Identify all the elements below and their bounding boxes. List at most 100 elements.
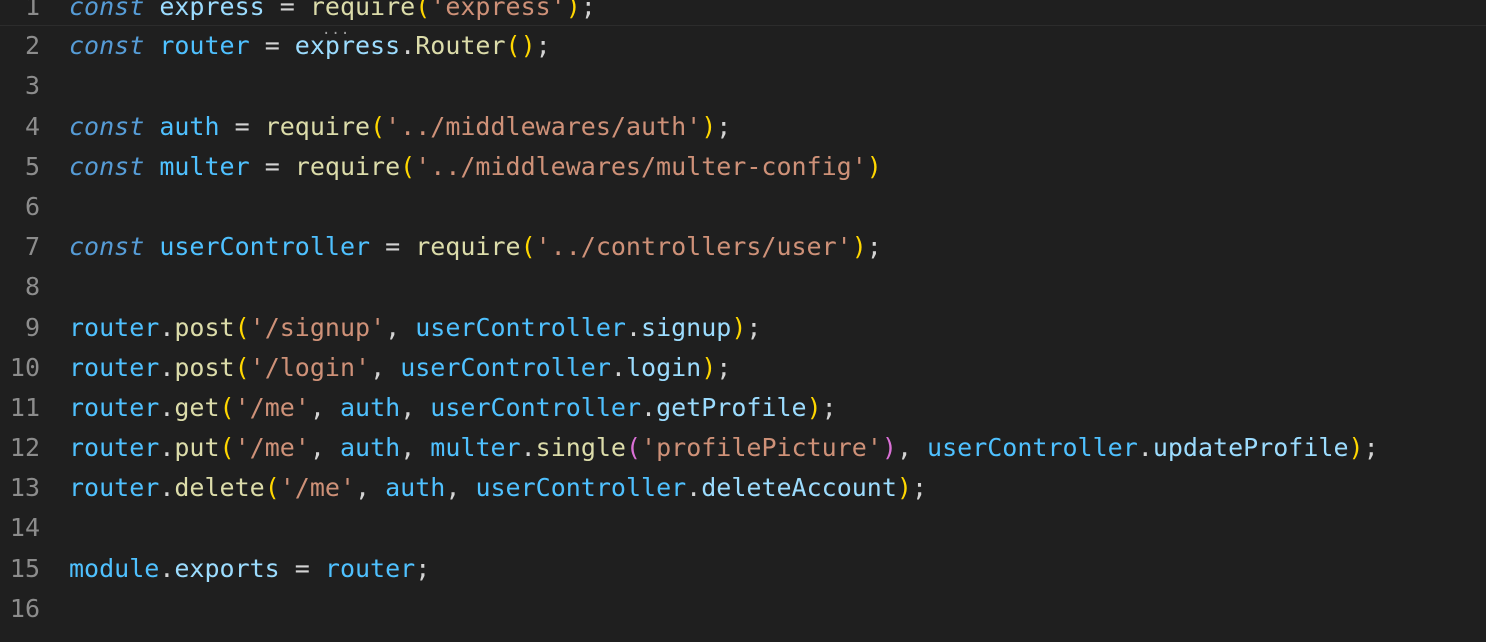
code-editor[interactable]: 1 const express = require('express'); 2 con… <box>0 0 1486 629</box>
code-token: ( <box>625 433 642 463</box>
code-line[interactable]: 9 router.post('/signup', userController.s… <box>0 308 1486 348</box>
code-token: . <box>159 312 175 342</box>
code-token: ( <box>370 111 386 141</box>
line-code[interactable]: const router = express.Router(); <box>69 26 551 66</box>
code-token: '../middlewares/auth' <box>385 111 702 141</box>
code-line[interactable]: 5 const multer = require('../middlewares/… <box>0 147 1486 187</box>
code-token: . <box>1137 433 1153 463</box>
code-line[interactable]: 16 <box>0 589 1486 629</box>
code-token: auth <box>339 392 401 422</box>
code-token: getProfile <box>656 392 807 422</box>
code-token: ) <box>701 352 717 382</box>
code-line[interactable]: 6 <box>0 187 1486 227</box>
code-token: '/me' <box>279 473 356 503</box>
code-token: , <box>370 352 401 382</box>
code-token: ; <box>1363 433 1379 463</box>
line-number: 6 <box>24 191 40 221</box>
code-token: 'express' <box>430 0 566 21</box>
quick-fix-hint-icon[interactable]: ... <box>322 22 350 38</box>
code-line[interactable]: 4 const auth = require('../middlewares/au… <box>0 107 1486 147</box>
line-number: 12 <box>9 433 40 463</box>
code-token: userController <box>430 392 642 422</box>
code-token: ) <box>731 312 747 342</box>
line-code[interactable]: router.put('/me', auth, multer.single('p… <box>69 428 1379 468</box>
code-token: ; <box>911 473 928 503</box>
code-line[interactable]: 1 const express = require('express'); <box>0 0 1486 27</box>
code-token: put <box>174 433 220 463</box>
code-token: ; <box>866 232 882 262</box>
code-token: auth <box>159 111 220 141</box>
code-line[interactable]: 15 module.exports = router; <box>0 549 1486 589</box>
code-token: . <box>159 433 175 463</box>
code-token: exports <box>174 553 280 583</box>
code-token: single <box>535 433 626 463</box>
line-code[interactable]: const multer = require('../middlewares/m… <box>69 147 882 187</box>
code-token: ( <box>219 433 235 463</box>
code-line[interactable]: 12 router.put('/me', auth, multer.single(… <box>0 428 1486 468</box>
code-token: login <box>625 352 702 382</box>
code-token: . <box>625 312 642 342</box>
code-token: () <box>505 31 536 61</box>
line-number: 5 <box>24 151 40 181</box>
code-token: router <box>69 352 160 382</box>
code-token: , <box>445 473 476 503</box>
line-code[interactable]: router.get('/me', auth, userController.g… <box>69 388 837 428</box>
line-number: 8 <box>24 272 40 302</box>
line-code[interactable]: const auth = require('../middlewares/aut… <box>69 107 731 147</box>
code-token: router <box>69 312 160 342</box>
code-token: ) <box>565 0 581 21</box>
code-token: post <box>174 312 235 342</box>
code-token: , <box>309 433 340 463</box>
code-token: userController <box>927 433 1138 463</box>
code-token: require <box>264 111 371 141</box>
line-number: 2 <box>24 31 40 61</box>
code-line[interactable]: 7 const userController = require('../cont… <box>0 227 1486 267</box>
line-number: 15 <box>9 553 40 583</box>
line-number: 16 <box>9 593 40 623</box>
code-token: ; <box>746 312 762 342</box>
code-token: . <box>610 352 626 382</box>
code-token: multer <box>430 433 521 463</box>
code-token: ) <box>881 433 897 463</box>
code-token: ) <box>851 232 867 262</box>
code-token: get <box>174 392 220 422</box>
code-token: , <box>400 433 431 463</box>
code-token: ( <box>400 151 416 181</box>
code-token: , <box>309 392 340 422</box>
line-code[interactable]: router.delete('/me', auth, userControlle… <box>69 468 927 508</box>
code-line[interactable]: 10 router.post('/login', userController.l… <box>0 348 1486 388</box>
code-token: ) <box>806 392 822 422</box>
line-code[interactable]: const userController = require('../contr… <box>69 227 882 267</box>
line-number: 10 <box>9 352 40 382</box>
code-token: , <box>400 392 431 422</box>
code-token: . <box>159 473 175 503</box>
code-token: ) <box>701 111 717 141</box>
code-token: const <box>69 151 145 181</box>
code-token: router <box>69 392 160 422</box>
line-code[interactable]: router.post('/login', userController.log… <box>69 348 731 388</box>
code-token: ; <box>821 392 837 422</box>
code-token: ; <box>415 553 431 583</box>
code-line[interactable]: 14 <box>0 508 1486 548</box>
code-token: userController <box>159 232 371 262</box>
code-token: 'profilePicture' <box>641 433 882 463</box>
line-code[interactable]: module.exports = router; <box>69 549 430 589</box>
code-token: express <box>159 0 265 21</box>
line-number: 13 <box>9 473 40 503</box>
code-token: ( <box>234 352 250 382</box>
code-token: auth <box>339 433 401 463</box>
line-code[interactable]: router.post('/signup', userController.si… <box>69 308 761 348</box>
code-token: require <box>294 151 401 181</box>
code-token: = <box>249 31 295 61</box>
code-token: = <box>370 232 416 262</box>
code-line[interactable]: 3 <box>0 66 1486 106</box>
code-line[interactable]: 11 router.get('/me', auth, userController… <box>0 388 1486 428</box>
code-line[interactable]: 8 <box>0 267 1486 307</box>
code-token: '/login' <box>249 352 371 382</box>
code-token: ; <box>716 111 732 141</box>
code-line[interactable]: 13 router.delete('/me', auth, userControl… <box>0 468 1486 508</box>
code-line[interactable]: 2 const router = express.Router(); <box>0 26 1486 66</box>
code-token: ) <box>1348 433 1364 463</box>
